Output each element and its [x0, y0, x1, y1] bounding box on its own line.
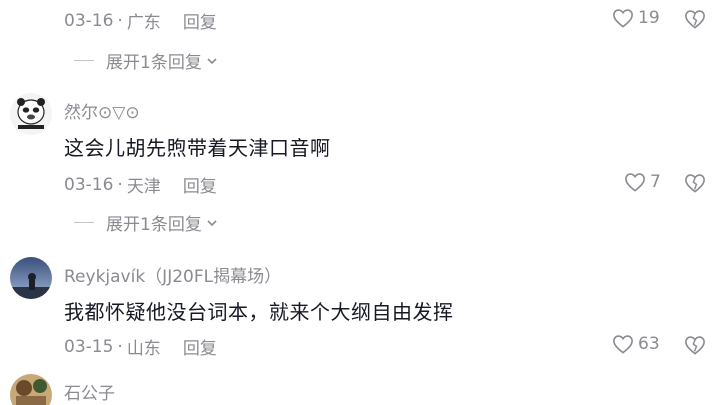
comment-date: 03-16 — [64, 174, 114, 195]
chevron-down-icon — [207, 219, 217, 226]
user-photo-icon — [10, 257, 52, 299]
dislike-button[interactable] — [684, 173, 706, 197]
comment-location: 山东 — [126, 339, 161, 359]
comment-meta: 03-16 · 广东 回复 — [64, 8, 217, 34]
meta-separator: · — [117, 10, 123, 31]
heart-broken-icon — [685, 336, 705, 355]
comment-username[interactable]: 石公子 — [64, 379, 115, 404]
heart-broken-icon — [685, 174, 705, 193]
like-button[interactable]: 7 — [624, 172, 661, 192]
comment-username[interactable]: 然尔⊙▽⊙ — [64, 98, 140, 123]
heart-broken-icon — [685, 10, 705, 29]
like-count: 7 — [650, 172, 661, 192]
expand-replies-label: 展开1条回复 — [106, 215, 202, 235]
like-count: 63 — [638, 334, 660, 354]
comment-date: 03-15 — [64, 336, 114, 357]
heart-outline-icon — [613, 335, 633, 354]
like-button[interactable]: 19 — [612, 8, 660, 28]
reply-button[interactable]: 回复 — [183, 8, 217, 33]
comment-location: 天津 — [126, 177, 161, 197]
reply-button[interactable]: 回复 — [183, 172, 217, 197]
user-photo-icon — [10, 374, 52, 405]
comment-username[interactable]: Reykjavík（JJ20FL揭幕场） — [64, 262, 281, 287]
expand-replies-button[interactable]: 展开1条回复 — [74, 210, 219, 235]
avatar[interactable] — [10, 374, 52, 405]
meta-separator: · — [117, 174, 123, 195]
expand-replies-label: 展开1条回复 — [106, 53, 202, 73]
dislike-button[interactable] — [684, 335, 706, 359]
like-button[interactable]: 63 — [612, 334, 660, 354]
like-count: 19 — [638, 8, 660, 28]
heart-outline-icon — [613, 9, 633, 28]
expand-divider — [74, 60, 94, 61]
expand-divider — [74, 222, 94, 223]
dislike-button[interactable] — [684, 9, 706, 33]
comment-location: 广东 — [126, 13, 161, 33]
heart-outline-icon — [625, 173, 645, 192]
avatar[interactable] — [10, 93, 52, 135]
expand-replies-button[interactable]: 展开1条回复 — [74, 48, 219, 73]
comment-meta: 03-15 · 山东 回复 — [64, 334, 217, 360]
chevron-down-icon — [207, 57, 217, 64]
comment-text: 这会儿胡先煦带着天津口音啊 — [64, 136, 331, 160]
panda-meme-icon — [10, 93, 52, 135]
comment-text: 我都怀疑他没台词本，就来个大纲自由发挥 — [64, 300, 454, 324]
reply-button[interactable]: 回复 — [183, 334, 217, 359]
meta-separator: · — [117, 336, 123, 357]
comment-date: 03-16 — [64, 10, 114, 31]
avatar[interactable] — [10, 257, 52, 299]
comment-meta: 03-16 · 天津 回复 — [64, 172, 217, 198]
